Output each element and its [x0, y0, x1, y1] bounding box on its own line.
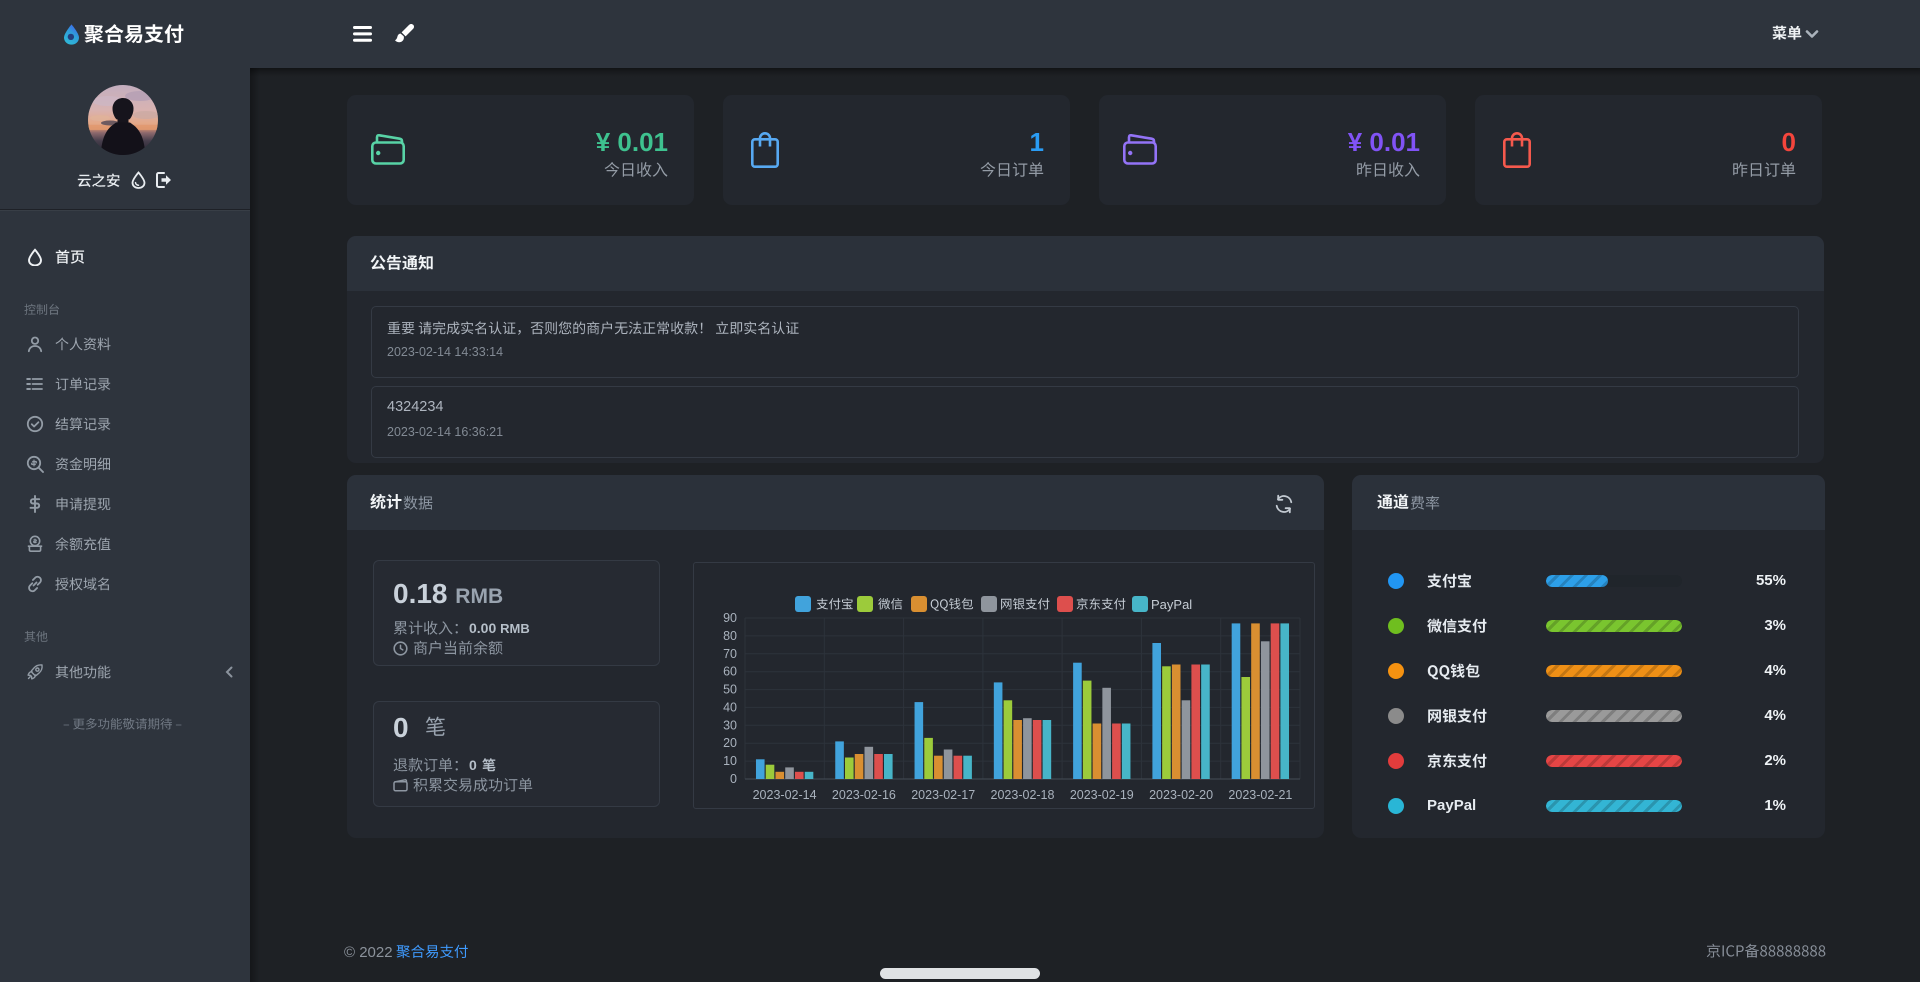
svg-text:50: 50	[723, 683, 737, 697]
svg-text:10: 10	[723, 754, 737, 768]
svg-text:2023-02-20: 2023-02-20	[1149, 788, 1213, 802]
svg-text:20: 20	[723, 736, 737, 750]
svg-text:2023-02-17: 2023-02-17	[911, 788, 975, 802]
svg-text:0: 0	[730, 772, 737, 786]
svg-text:40: 40	[723, 700, 737, 714]
svg-text:30: 30	[723, 718, 737, 732]
svg-text:2023-02-18: 2023-02-18	[991, 788, 1055, 802]
svg-text:2023-02-16: 2023-02-16	[832, 788, 896, 802]
svg-text:2023-02-19: 2023-02-19	[1070, 788, 1134, 802]
svg-text:60: 60	[723, 665, 737, 679]
svg-text:70: 70	[723, 647, 737, 661]
svg-text:80: 80	[723, 629, 737, 643]
svg-text:90: 90	[723, 611, 737, 625]
svg-text:2023-02-21: 2023-02-21	[1228, 788, 1292, 802]
svg-text:2023-02-14: 2023-02-14	[753, 788, 817, 802]
